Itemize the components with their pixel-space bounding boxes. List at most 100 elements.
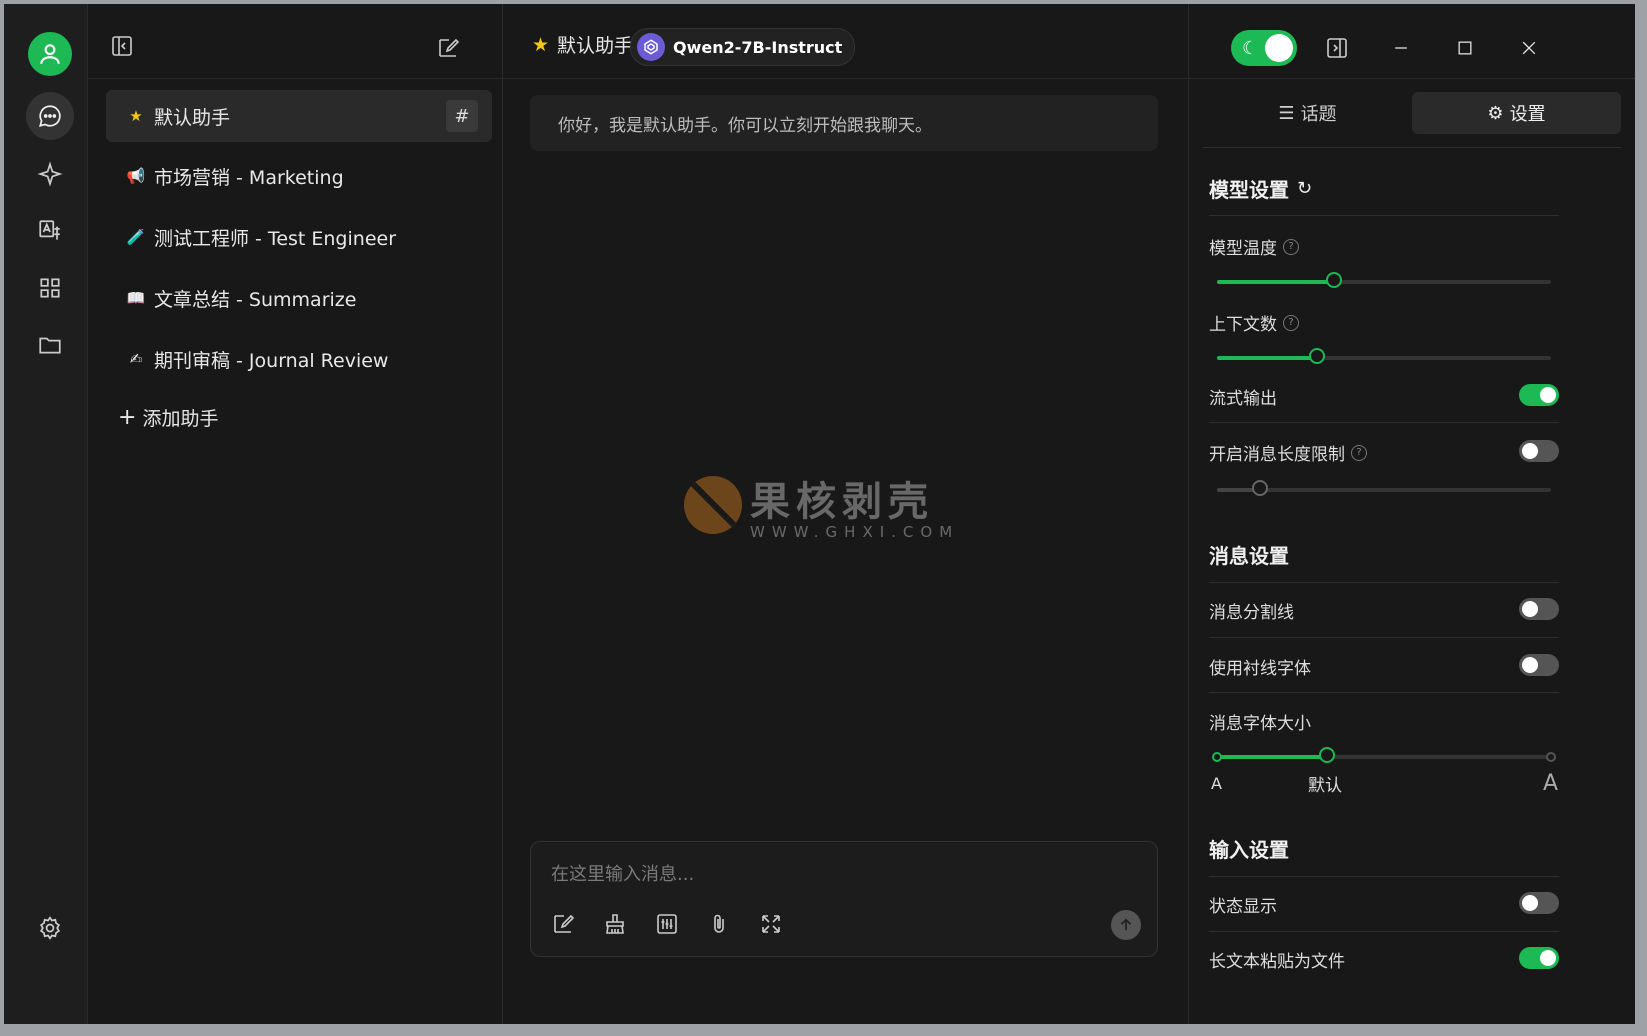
attach-tool[interactable] xyxy=(707,912,731,940)
serif-font-switch[interactable] xyxy=(1519,654,1559,676)
reset-icon[interactable]: ↻ xyxy=(1297,178,1312,199)
paperclip-icon xyxy=(714,914,724,933)
status-display-switch[interactable] xyxy=(1519,892,1559,914)
status-display-label: 状态显示 xyxy=(1209,897,1277,917)
context-count-slider[interactable] xyxy=(1217,348,1551,364)
assistant-greeting-message: 你好，我是默认助手。你可以立刻开始跟我聊天。 xyxy=(530,95,1158,151)
divider xyxy=(1209,931,1559,932)
close-button[interactable] xyxy=(1515,34,1543,62)
font-size-label: 消息字体大小 xyxy=(1209,714,1311,734)
message-input[interactable]: 在这里输入消息... xyxy=(551,860,694,886)
new-topic-tool[interactable] xyxy=(551,912,575,940)
max-length-switch[interactable] xyxy=(1519,440,1559,462)
minimize-button[interactable] xyxy=(1387,34,1415,62)
max-length-slider[interactable] xyxy=(1217,480,1551,496)
nav-translate[interactable] xyxy=(26,207,74,255)
moon-icon: ☾ xyxy=(1242,38,1259,59)
gear-icon: ⚙ xyxy=(1487,102,1504,124)
assistant-item-marketing[interactable]: 📢 市场营销 - Marketing xyxy=(106,150,492,202)
help-icon[interactable]: ? xyxy=(1283,238,1299,255)
nav-agents[interactable] xyxy=(26,150,74,198)
new-topic-button[interactable] xyxy=(434,34,462,62)
divider xyxy=(1209,692,1559,693)
tab-settings-label: 设置 xyxy=(1509,104,1546,125)
slider-handle[interactable] xyxy=(1252,480,1269,496)
tab-settings[interactable]: ⚙ 设置 xyxy=(1412,92,1621,134)
input-settings-title: 输入设置 xyxy=(1209,838,1289,862)
send-button[interactable] xyxy=(1111,910,1141,940)
paste-as-file-switch[interactable] xyxy=(1519,947,1559,969)
expand-tool[interactable] xyxy=(759,912,783,940)
avatar[interactable] xyxy=(28,32,72,76)
nav-files[interactable] xyxy=(26,321,74,369)
tab-topics[interactable]: ☰ 话题 xyxy=(1203,92,1412,134)
sidebar-toolbar xyxy=(88,4,502,79)
maximize-button[interactable] xyxy=(1451,34,1479,62)
list-icon: ☰ xyxy=(1278,102,1295,124)
sparkle-icon xyxy=(37,161,63,187)
plus-icon: + xyxy=(118,405,137,430)
slider-handle[interactable] xyxy=(1309,348,1326,364)
edit-icon xyxy=(439,38,460,57)
assistant-label: 期刊审稿 - Journal Review xyxy=(154,349,389,372)
slider-handle[interactable] xyxy=(1325,272,1342,288)
nav-rail xyxy=(4,4,88,1024)
maximize-icon xyxy=(1458,41,1472,55)
assistant-item-default[interactable]: ★ 默认助手 # xyxy=(106,90,492,142)
divider-line-switch[interactable] xyxy=(1519,598,1559,620)
star-icon: ★ xyxy=(129,107,143,125)
stream-output-label: 流式输出 xyxy=(1209,389,1277,409)
toggle-right-panel-button[interactable] xyxy=(1323,34,1351,62)
settings-tool[interactable] xyxy=(655,912,679,940)
divider xyxy=(1209,422,1559,423)
add-assistant-button[interactable]: + 添加助手 xyxy=(118,404,218,431)
watermark-url: WWW.GHXI.COM xyxy=(750,523,960,541)
chat-bubble-icon xyxy=(39,105,61,127)
expand-icon xyxy=(762,915,780,933)
assistant-item-test-engineer[interactable]: 🧪 测试工程师 - Test Engineer xyxy=(106,211,492,263)
watermark-text: 果核剥壳 xyxy=(750,479,934,525)
temperature-slider[interactable] xyxy=(1217,272,1551,288)
theme-toggle[interactable]: ☾ xyxy=(1231,30,1297,66)
gear-icon xyxy=(39,916,61,940)
assistant-label: 默认助手 xyxy=(154,106,231,129)
help-icon[interactable]: ? xyxy=(1351,444,1367,461)
divider xyxy=(1209,637,1559,638)
nav-apps[interactable] xyxy=(26,264,74,312)
collapse-sidebar-button[interactable] xyxy=(108,32,136,60)
context-count-label: 上下文数 ? xyxy=(1209,310,1299,335)
watermark-logo-icon xyxy=(684,476,742,534)
serif-font-label: 使用衬线字体 xyxy=(1209,659,1311,679)
font-default-label: 默认 xyxy=(1308,776,1342,796)
watermark: 果核剥壳 WWW.GHXI.COM xyxy=(684,469,959,541)
assistant-sidebar: ★ 默认助手 # 📢 市场营销 - Marketing 🧪 测试工程师 - Te… xyxy=(88,4,503,1024)
broom-icon xyxy=(606,914,624,934)
translate-icon xyxy=(39,220,60,240)
add-assistant-label: 添加助手 xyxy=(142,408,219,430)
font-small-label: A xyxy=(1211,774,1222,793)
font-size-slider[interactable] xyxy=(1212,747,1556,763)
max-length-label: 开启消息长度限制 ? xyxy=(1209,440,1367,465)
model-selector[interactable]: Qwen2-7B-Instruct xyxy=(630,28,856,66)
clear-tool[interactable] xyxy=(603,912,627,940)
assistant-item-journal-review[interactable]: ✍ 期刊审稿 - Journal Review xyxy=(106,333,492,385)
hash-button[interactable]: # xyxy=(446,100,478,132)
assistant-item-summarize[interactable]: 📖 文章总结 - Summarize xyxy=(106,272,492,324)
megaphone-icon: 📢 xyxy=(126,167,146,185)
sliders-icon xyxy=(657,914,677,934)
model-name: Qwen2-7B-Instruct xyxy=(673,37,843,57)
nav-settings[interactable] xyxy=(26,904,74,952)
section-title: 模型设置 xyxy=(1209,178,1289,202)
composer-toolbar xyxy=(551,912,783,940)
help-icon[interactable]: ? xyxy=(1283,314,1299,331)
current-assistant[interactable]: ★ 默认助手 xyxy=(532,31,633,58)
divider xyxy=(1209,215,1559,216)
arrow-up-icon xyxy=(1120,918,1132,931)
temperature-label: 模型温度 ? xyxy=(1209,234,1299,259)
slider-handle[interactable] xyxy=(1319,747,1336,763)
current-assistant-name: 默认助手 xyxy=(557,35,634,57)
sidebar-collapse-icon xyxy=(112,36,132,56)
panel-tabs: ☰ 话题 ⚙ 设置 xyxy=(1203,92,1621,134)
nav-chat[interactable] xyxy=(26,92,74,140)
stream-output-switch[interactable] xyxy=(1519,384,1559,406)
